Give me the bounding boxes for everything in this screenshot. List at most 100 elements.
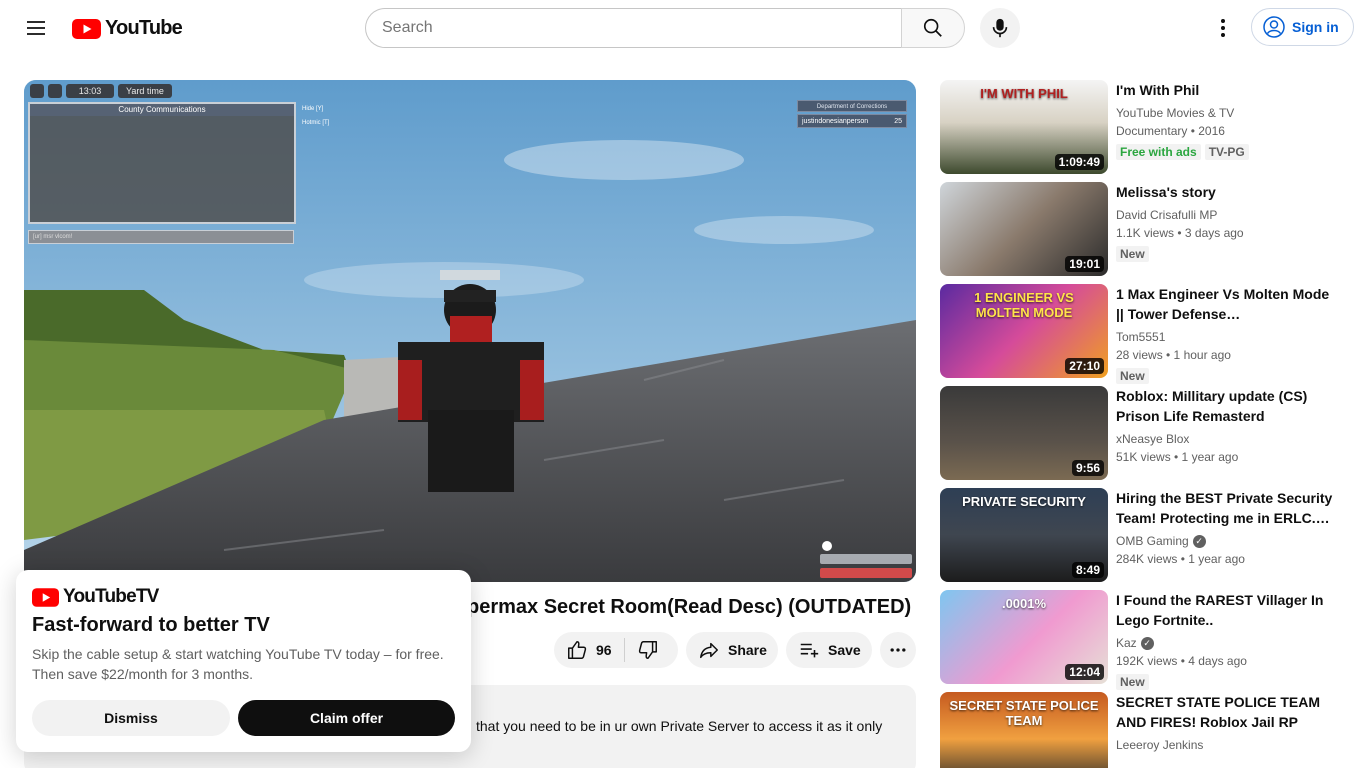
team-panel: Department of Corrections justindonesian… [797, 100, 907, 128]
description-text: that you need to be in ur own Private Se… [476, 718, 883, 734]
channel-name[interactable]: xNeasye Blox [1116, 430, 1336, 448]
channel-name[interactable]: Leeeroy Jenkins [1116, 736, 1336, 754]
video-details: 1 Max Engineer Vs Molten Mode || Tower D… [1116, 284, 1336, 384]
video-duration: 1:09:49 [1054, 154, 1104, 170]
youtube-play-icon [72, 18, 101, 39]
video-details: SECRET STATE POLICE TEAM AND FIRES! Robl… [1116, 692, 1336, 754]
video-title-link[interactable]: I'm With Phil [1116, 80, 1336, 100]
save-label: Save [828, 642, 861, 658]
sign-in-button[interactable]: Sign in [1251, 8, 1354, 46]
youtube-logo-text: YouTube [105, 17, 183, 39]
search-button[interactable] [901, 8, 965, 48]
save-button[interactable]: Save [786, 632, 872, 668]
radio-option: Hide [Y] [302, 106, 324, 112]
channel-name[interactable]: OMB Gaming ✓ [1116, 532, 1336, 550]
settings-menu-button[interactable] [1203, 8, 1243, 48]
recommended-video[interactable]: 9:56 Roblox: Millitary update (CS) Prison… [940, 386, 1360, 480]
radio-option: Hotmic [T] [302, 120, 330, 126]
more-horizontal-icon [890, 648, 906, 652]
thumbs-up-icon [568, 641, 587, 659]
video-details: I Found the RAREST Villager In Lego Fort… [1116, 590, 1336, 690]
search-icon [923, 18, 942, 37]
recommended-video[interactable]: PRIVATE SECURITY 8:49 Hiring the BEST Priv… [940, 488, 1360, 582]
badge-row: New [1116, 670, 1336, 690]
video-thumbnail[interactable]: I'M WITH PHIL 1:09:49 [940, 80, 1108, 174]
channel-name[interactable]: David Crisafulli MP [1116, 206, 1336, 224]
search-input[interactable] [365, 8, 901, 48]
video-metadata: Documentary • 2016 [1116, 124, 1225, 138]
video-action-menu[interactable] [1338, 488, 1358, 512]
claim-offer-button[interactable]: Claim offer [238, 700, 455, 736]
youtube-logo[interactable]: YouTube [72, 17, 183, 40]
video-badge: New [1116, 368, 1149, 384]
video-title-link[interactable]: Hiring the BEST Private Security Team! P… [1116, 488, 1336, 528]
like-button[interactable]: 96 [554, 632, 624, 668]
youtube-tv-logo-text: YouTubeTV [63, 586, 159, 607]
share-label: Share [728, 642, 767, 658]
channel-name-text: Kaz [1116, 636, 1137, 650]
video-duration: 12:04 [1065, 664, 1104, 680]
youtube-play-icon [32, 587, 59, 607]
video-metadata: 284K views • 1 year ago [1116, 552, 1245, 566]
youtube-tv-promo: YouTubeTV Fast-forward to better TV Skip… [16, 570, 471, 752]
thumbnail-text: .0001% [1001, 596, 1047, 611]
video-thumbnail[interactable]: 1 ENGINEER VS MOLTEN MODE 27:10 [940, 284, 1108, 378]
recommended-video[interactable]: I'M WITH PHIL 1:09:49 I'm With Phil YouTube… [940, 80, 1360, 174]
video-action-menu[interactable] [1338, 284, 1358, 308]
channel-name[interactable]: Kaz ✓ [1116, 634, 1336, 652]
playlist-add-icon [800, 643, 819, 658]
recommended-video[interactable]: .0001% 12:04 I Found the RAREST Villager I… [940, 590, 1360, 690]
video-badge: TV-PG [1204, 144, 1249, 160]
more-vertical-icon [1221, 19, 1225, 37]
recommended-video[interactable]: SECRET STATE POLICE TEAM SECRET STATE POL… [940, 692, 1360, 768]
recommended-video[interactable]: 19:01 Melissa's story David Crisafulli MP 1… [940, 182, 1360, 276]
verified-check-icon: ✓ [1140, 636, 1154, 650]
video-metadata: 192K views • 4 days ago [1116, 654, 1247, 668]
channel-name-text: Tom5551 [1116, 330, 1166, 344]
more-actions-button[interactable] [880, 632, 916, 668]
video-title-link[interactable]: 1 Max Engineer Vs Molten Mode || Tower D… [1116, 284, 1336, 324]
video-action-menu[interactable] [1338, 386, 1358, 410]
team-player-name: justindonesianperson [802, 118, 869, 125]
video-metadata: 51K views • 1 year ago [1116, 450, 1239, 464]
channel-name-text: David Crisafulli MP [1116, 208, 1218, 222]
channel-name-text: YouTube Movies & TV [1116, 106, 1235, 120]
game-chat-icon [48, 84, 62, 98]
guide-menu-button[interactable] [16, 8, 56, 48]
search-box [365, 8, 965, 48]
video-action-menu[interactable] [1338, 182, 1358, 206]
sign-in-label: Sign in [1292, 19, 1339, 35]
video-title-link[interactable]: Roblox: Millitary update (CS) Prison Lif… [1116, 386, 1336, 426]
video-player[interactable]: 13:03 Yard time County Communications [u… [24, 80, 916, 582]
video-duration: 9:56 [1071, 460, 1104, 476]
video-badge: New [1116, 674, 1149, 690]
thumbnail-text: SECRET STATE POLICE TEAM [949, 698, 1099, 728]
recommended-video[interactable]: 1 ENGINEER VS MOLTEN MODE 27:10 1 Max Engi… [940, 284, 1360, 384]
video-title-link[interactable]: I Found the RAREST Villager In Lego Fort… [1116, 590, 1336, 630]
radio-options: Hide [Y] Hotmic [T] [302, 102, 329, 130]
dismiss-button[interactable]: Dismiss [32, 700, 230, 736]
promo-heading: Fast-forward to better TV [32, 614, 270, 636]
voice-search-button[interactable] [980, 8, 1020, 48]
video-thumbnail[interactable]: 9:56 [940, 386, 1108, 480]
channel-name[interactable]: Tom5551 [1116, 328, 1336, 346]
video-title-link[interactable]: Melissa's story [1116, 182, 1336, 202]
thumbs-down-icon [638, 641, 657, 659]
video-thumbnail[interactable]: .0001% 12:04 [940, 590, 1108, 684]
dislike-button[interactable] [625, 632, 671, 668]
share-button[interactable]: Share [686, 632, 778, 668]
video-thumbnail[interactable]: 19:01 [940, 182, 1108, 276]
video-badge: Free with ads [1116, 144, 1201, 160]
video-thumbnail[interactable]: PRIVATE SECURITY 8:49 [940, 488, 1108, 582]
thumbnail-text: I'M WITH PHIL [980, 86, 1068, 101]
game-comms-panel: County Communications [28, 102, 296, 224]
video-action-menu[interactable] [1338, 590, 1358, 614]
video-action-menu[interactable] [1338, 80, 1358, 104]
video-metadata: 28 views • 1 hour ago [1116, 348, 1231, 362]
account-circle-icon [1263, 16, 1285, 38]
channel-name[interactable]: YouTube Movies & TV [1116, 104, 1336, 122]
video-thumbnail[interactable]: SECRET STATE POLICE TEAM [940, 692, 1108, 768]
video-action-menu[interactable] [1338, 692, 1358, 716]
video-title-link[interactable]: SECRET STATE POLICE TEAM AND FIRES! Robl… [1116, 692, 1336, 732]
channel-name-text: OMB Gaming [1116, 534, 1189, 548]
